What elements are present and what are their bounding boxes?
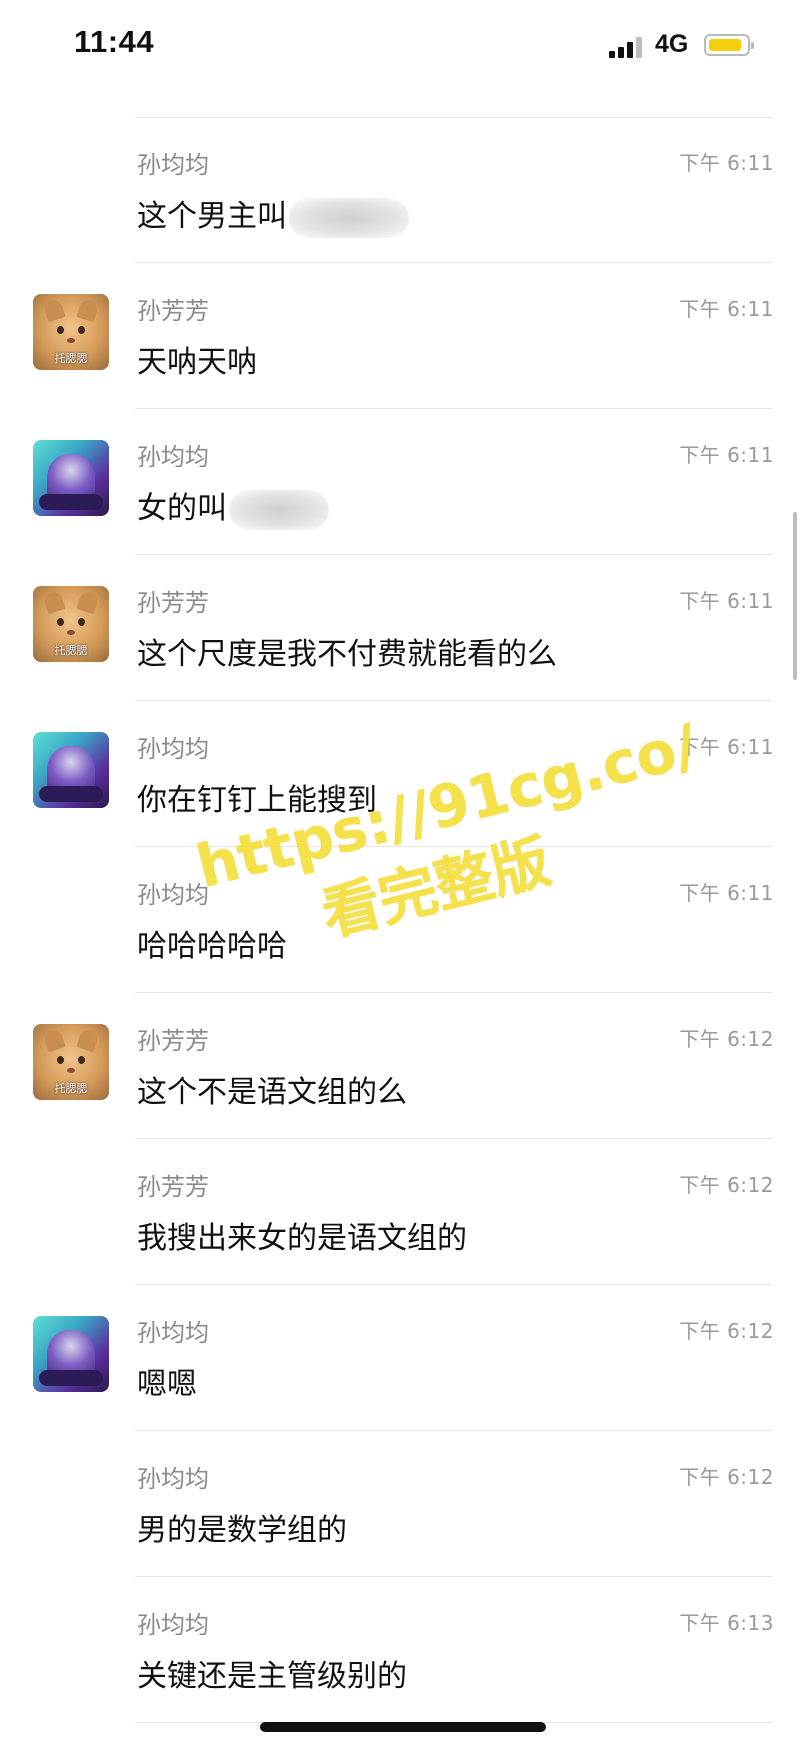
- message-text: 这个不是语文组的么: [137, 1075, 407, 1110]
- hero-avatar[interactable]: [33, 440, 109, 516]
- message-text: 我搜出来女的是语文组的: [137, 1221, 467, 1256]
- message-time: 下午 6:12: [679, 1173, 774, 1197]
- message-text: 关键还是主管级别的: [137, 1659, 407, 1694]
- signal-icon: [609, 36, 645, 58]
- cat-avatar[interactable]: 托腮腮: [33, 586, 109, 662]
- status-bar: 11:44 4G: [0, 0, 800, 92]
- sender-name: 孙均均: [137, 1319, 209, 1347]
- sender-name: 孙芳芳: [137, 589, 209, 617]
- message-item[interactable]: 孙均均 下午 6:12 嗯嗯: [33, 1285, 774, 1431]
- battery-fill: [709, 39, 741, 51]
- message-list[interactable]: 孙均均 下午 6:11 这个男主叫 托腮腮 孙芳芳 下午 6:11 天呐天呐 孙…: [0, 117, 800, 1723]
- sender-name: 孙均均: [137, 1465, 209, 1493]
- hero-avatar[interactable]: [33, 732, 109, 808]
- avatar-caption: 托腮腮: [54, 1082, 88, 1095]
- sender-name: 孙芳芳: [137, 1173, 209, 1201]
- message-text: 嗯嗯: [137, 1367, 197, 1402]
- status-time: 11:44: [74, 24, 155, 59]
- message-text: 哈哈哈哈哈: [137, 929, 287, 964]
- network-label: 4G: [655, 30, 689, 58]
- sender-name: 孙均均: [137, 1611, 209, 1639]
- message-time: 下午 6:11: [679, 151, 774, 175]
- message-time: 下午 6:11: [679, 881, 774, 905]
- message-time: 下午 6:12: [679, 1319, 774, 1343]
- sender-name: 孙均均: [137, 881, 209, 909]
- message-item[interactable]: 托腮腮 孙芳芳 下午 6:11 天呐天呐: [33, 263, 774, 409]
- message-item[interactable]: 孙芳芳 下午 6:12 我搜出来女的是语文组的: [135, 1139, 774, 1285]
- avatar-caption: 托腮腮: [54, 644, 88, 657]
- message-time: 下午 6:11: [679, 735, 774, 759]
- message-text: 这个尺度是我不付费就能看的么: [137, 637, 557, 672]
- sender-name: 孙均均: [137, 151, 209, 179]
- sender-name: 孙芳芳: [137, 1027, 209, 1055]
- message-item[interactable]: 托腮腮 孙芳芳 下午 6:12 这个不是语文组的么: [33, 993, 774, 1139]
- home-indicator[interactable]: [260, 1722, 546, 1732]
- message-time: 下午 6:11: [679, 443, 774, 467]
- avatar-caption: 托腮腮: [54, 352, 88, 365]
- message-time: 下午 6:13: [679, 1611, 774, 1635]
- message-text: 女的叫: [137, 483, 329, 530]
- hero-avatar[interactable]: [33, 1316, 109, 1392]
- battery-icon: [704, 34, 754, 56]
- scrollbar[interactable]: [793, 512, 797, 680]
- message-item[interactable]: 托腮腮 孙芳芳 下午 6:11 这个尺度是我不付费就能看的么: [33, 555, 774, 701]
- message-item[interactable]: 孙均均 下午 6:11 女的叫: [33, 409, 774, 555]
- message-text: 男的是数学组的: [137, 1513, 347, 1548]
- message-item[interactable]: 孙均均 下午 6:12 男的是数学组的: [135, 1431, 774, 1577]
- sender-name: 孙芳芳: [137, 297, 209, 325]
- message-time: 下午 6:12: [679, 1465, 774, 1489]
- message-text: 这个男主叫: [137, 191, 409, 238]
- chat-screen: 11:44 4G 孙均均 下午 6:11 这个男主叫 托腮腮 孙芳芳 下午 6:…: [0, 0, 800, 1744]
- message-item[interactable]: 孙均均 下午 6:13 关键还是主管级别的: [135, 1577, 774, 1723]
- message-item[interactable]: 孙均均 下午 6:11 这个男主叫: [135, 117, 774, 263]
- message-time: 下午 6:12: [679, 1027, 774, 1051]
- sender-name: 孙均均: [137, 443, 209, 471]
- message-text: 你在钉钉上能搜到: [137, 783, 377, 818]
- message-time: 下午 6:11: [679, 589, 774, 613]
- sender-name: 孙均均: [137, 735, 209, 763]
- cat-avatar[interactable]: 托腮腮: [33, 294, 109, 370]
- message-time: 下午 6:11: [679, 297, 774, 321]
- redacted-blur: [289, 197, 409, 238]
- message-text: 天呐天呐: [137, 345, 257, 380]
- message-item[interactable]: 孙均均 下午 6:11 你在钉钉上能搜到: [33, 701, 774, 847]
- cat-avatar[interactable]: 托腮腮: [33, 1024, 109, 1100]
- message-item[interactable]: 孙均均 下午 6:11 哈哈哈哈哈: [135, 847, 774, 993]
- redacted-blur: [229, 489, 329, 530]
